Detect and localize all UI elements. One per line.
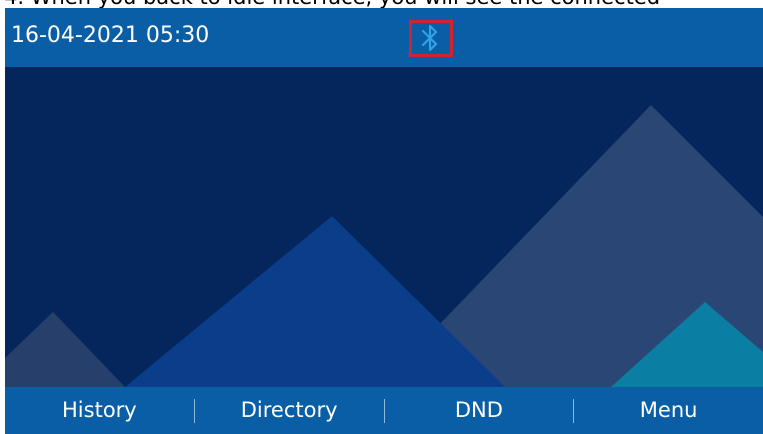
instruction-caption: 4. When you back to idle interface, you … [0,0,763,8]
menu-softkey[interactable]: Menu [574,387,763,434]
softkey-bar: History Directory DND Menu [5,387,763,434]
directory-softkey[interactable]: Directory [195,387,384,434]
datetime-display: 16-04-2021 05:30 [11,23,210,48]
caption-text: 4. When you back to idle interface, you … [4,0,660,8]
dnd-softkey[interactable]: DND [385,387,574,434]
history-softkey[interactable]: History [5,387,194,434]
page: 4. When you back to idle interface, you … [0,0,763,434]
wallpaper [5,67,763,387]
bluetooth-icon[interactable] [420,23,440,53]
status-bar: 16-04-2021 05:30 [5,8,763,67]
phone-screen: 16-04-2021 05:30 History Directory DND M… [5,8,763,434]
